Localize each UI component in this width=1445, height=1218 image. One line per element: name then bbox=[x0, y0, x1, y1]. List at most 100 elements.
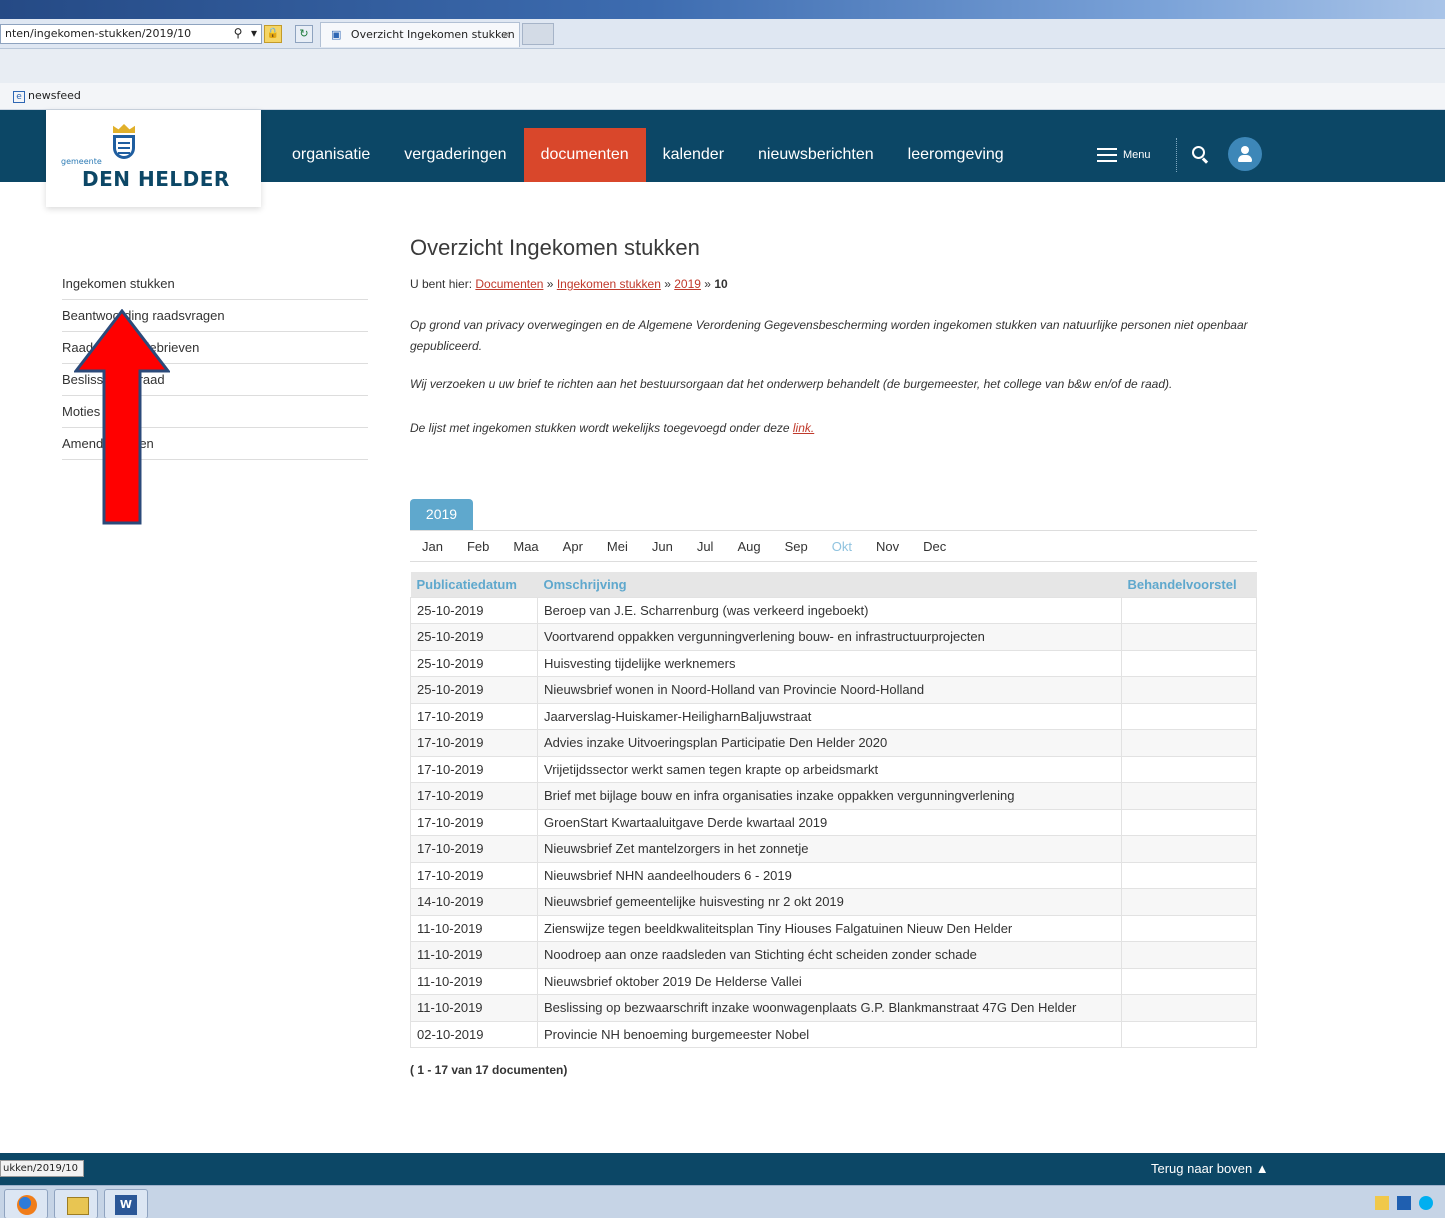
sidebar-item-ingekomen-stukken[interactable]: Ingekomen stukken bbox=[62, 268, 368, 300]
tray-folder-icon[interactable] bbox=[1375, 1196, 1389, 1210]
annotation-arrow-up-icon bbox=[74, 309, 170, 525]
cell-behandelvoorstel bbox=[1121, 755, 1257, 783]
cell-behandelvoorstel bbox=[1121, 914, 1257, 942]
nav-nieuwsberichten[interactable]: nieuwsberichten bbox=[741, 128, 891, 182]
column-header-publicatiedatum[interactable]: Publicatiedatum bbox=[410, 572, 538, 597]
outlook-tray-icon[interactable] bbox=[1397, 1196, 1412, 1210]
logo-name-text: DEN HELDER bbox=[82, 167, 230, 191]
dropdown-arrow-icon[interactable]: ▾ bbox=[246, 24, 262, 42]
document-link[interactable]: Vrijetijdssector werkt samen tegen krapt… bbox=[544, 762, 878, 777]
word-taskbar-icon[interactable] bbox=[104, 1189, 148, 1218]
cell-behandelvoorstel bbox=[1121, 623, 1257, 651]
cell-omschrijving: Nieuwsbrief wonen in Noord-Holland van P… bbox=[537, 676, 1122, 704]
cell-omschrijving: GroenStart Kwartaaluitgave Derde kwartaa… bbox=[537, 808, 1122, 836]
document-link[interactable]: Nieuwsbrief Zet mantelzorgers in het zon… bbox=[544, 841, 808, 856]
breadcrumb-link-ingekomen-stukken[interactable]: Ingekomen stukken bbox=[557, 277, 661, 291]
month-jul[interactable]: Jul bbox=[685, 539, 726, 554]
document-link[interactable]: Noodroep aan onze raadsleden van Stichti… bbox=[544, 947, 977, 962]
lock-icon[interactable]: 🔒 bbox=[264, 25, 282, 43]
breadcrumb-link-documenten[interactable]: Documenten bbox=[475, 277, 543, 291]
logo-gemeente-text: gemeente bbox=[61, 157, 102, 166]
document-link[interactable]: Nieuwsbrief gemeentelijke huisvesting nr… bbox=[544, 894, 844, 909]
nav-vergaderingen[interactable]: vergaderingen bbox=[387, 128, 523, 182]
close-tab-icon[interactable]: × bbox=[502, 23, 511, 47]
column-header-omschrijving[interactable]: Omschrijving bbox=[537, 572, 1122, 597]
document-link[interactable]: Provincie NH benoeming burgemeester Nobe… bbox=[544, 1027, 809, 1042]
site-logo[interactable]: gemeente DEN HELDER bbox=[46, 110, 261, 207]
search-icon[interactable] bbox=[1190, 144, 1212, 166]
table-row: 17-10-2019 Jaarverslag-Huiskamer-Heiligha… bbox=[410, 702, 1257, 730]
nav-documenten[interactable]: documenten bbox=[523, 128, 646, 182]
table-row: 02-10-2019 Provincie NH benoeming burgeme… bbox=[410, 1020, 1257, 1048]
cell-publicatiedatum: 17-10-2019 bbox=[410, 808, 538, 836]
breadcrumb-prefix: U bent hier: bbox=[410, 277, 473, 291]
refresh-icon[interactable]: ↻ bbox=[295, 25, 313, 43]
month-apr[interactable]: Apr bbox=[551, 539, 595, 554]
document-link[interactable]: GroenStart Kwartaaluitgave Derde kwartaa… bbox=[544, 815, 827, 830]
document-link[interactable]: Nieuwsbrief wonen in Noord-Holland van P… bbox=[544, 682, 924, 697]
cell-publicatiedatum: 25-10-2019 bbox=[410, 596, 538, 624]
table-row: 11-10-2019 Zienswijze tegen beeldkwalitei… bbox=[410, 914, 1257, 942]
table-row: 17-10-2019 GroenStart Kwartaaluitgave Der… bbox=[410, 808, 1257, 836]
intro-address-text: Wij verzoeken u uw brief te richten aan … bbox=[410, 377, 1173, 391]
cell-omschrijving: Voortvarend oppakken vergunningverlening… bbox=[537, 623, 1122, 651]
breadcrumb-current: 10 bbox=[714, 277, 728, 291]
cell-behandelvoorstel bbox=[1121, 1020, 1257, 1048]
crown-icon bbox=[113, 124, 135, 133]
weekly-list-link[interactable]: link. bbox=[793, 421, 814, 435]
table-header-row: Publicatiedatum Omschrijving Behandelvoo… bbox=[410, 572, 1257, 597]
cell-publicatiedatum: 11-10-2019 bbox=[410, 994, 538, 1022]
table-row: 25-10-2019 Nieuwsbrief wonen in Noord-Hol… bbox=[410, 676, 1257, 704]
cell-behandelvoorstel bbox=[1121, 967, 1257, 995]
month-nov[interactable]: Nov bbox=[864, 539, 911, 554]
table-row: 11-10-2019 Beslissing op bezwaarschrift i… bbox=[410, 994, 1257, 1022]
month-aug[interactable]: Aug bbox=[725, 539, 772, 554]
window-title-bar bbox=[0, 0, 1445, 19]
cell-behandelvoorstel bbox=[1121, 888, 1257, 916]
cell-publicatiedatum: 02-10-2019 bbox=[410, 1020, 538, 1048]
month-jun[interactable]: Jun bbox=[640, 539, 685, 554]
month-okt[interactable]: Okt bbox=[820, 539, 864, 554]
cell-publicatiedatum: 11-10-2019 bbox=[410, 967, 538, 995]
breadcrumb-link-2019[interactable]: 2019 bbox=[674, 277, 701, 291]
document-link[interactable]: Brief met bijlage bouw en infra organisa… bbox=[544, 788, 1014, 803]
document-link[interactable]: Advies inzake Uitvoeringsplan Participat… bbox=[544, 735, 887, 750]
document-link[interactable]: Beslissing op bezwaarschrift inzake woon… bbox=[544, 1000, 1076, 1015]
table-row: 17-10-2019 Nieuwsbrief NHN aandeelhouders… bbox=[410, 861, 1257, 889]
ie-page-icon: e bbox=[13, 91, 25, 103]
document-link[interactable]: Zienswijze tegen beeldkwaliteitsplan Tin… bbox=[544, 921, 1012, 936]
menu-button[interactable]: Menu bbox=[1097, 138, 1151, 172]
search-icon[interactable]: ⚲ bbox=[230, 24, 246, 42]
document-link[interactable]: Huisvesting tijdelijke werknemers bbox=[544, 656, 735, 671]
nav-leeromgeving[interactable]: leeromgeving bbox=[891, 128, 1021, 182]
cell-publicatiedatum: 14-10-2019 bbox=[410, 888, 538, 916]
nav-organisatie[interactable]: organisatie bbox=[275, 128, 387, 182]
browser-command-area bbox=[0, 49, 1445, 83]
firefox-taskbar-icon[interactable] bbox=[4, 1189, 48, 1218]
document-link[interactable]: Nieuwsbrief NHN aandeelhouders 6 - 2019 bbox=[544, 868, 792, 883]
skype-tray-icon[interactable] bbox=[1419, 1196, 1434, 1210]
back-to-top-link[interactable]: Terug naar boven ▲ bbox=[1151, 1161, 1269, 1176]
favorite-newsfeed[interactable]: e newsfeed bbox=[13, 89, 81, 103]
month-sep[interactable]: Sep bbox=[773, 539, 820, 554]
month-feb[interactable]: Feb bbox=[455, 539, 501, 554]
cell-behandelvoorstel bbox=[1121, 782, 1257, 810]
document-link[interactable]: Voortvarend oppakken vergunningverlening… bbox=[544, 629, 985, 644]
new-tab-button[interactable] bbox=[522, 23, 554, 45]
browser-tab[interactable]: ▣ Overzicht Ingekomen stukken × bbox=[320, 22, 520, 47]
cell-omschrijving: Huisvesting tijdelijke werknemers bbox=[537, 649, 1122, 677]
address-bar[interactable]: nten/ingekomen-stukken/2019/10 bbox=[0, 24, 262, 44]
document-link[interactable]: Nieuwsbrief oktober 2019 De Helderse Val… bbox=[544, 974, 802, 989]
document-link[interactable]: Beroep van J.E. Scharrenburg (was verkee… bbox=[544, 603, 868, 618]
month-maa[interactable]: Maa bbox=[501, 539, 550, 554]
column-header-behandelvoorstel[interactable]: Behandelvoorstel bbox=[1121, 572, 1257, 597]
month-dec[interactable]: Dec bbox=[911, 539, 958, 554]
explorer-taskbar-icon[interactable] bbox=[54, 1189, 98, 1218]
table-row: 17-10-2019 Advies inzake Uitvoeringsplan … bbox=[410, 729, 1257, 757]
month-mei[interactable]: Mei bbox=[595, 539, 640, 554]
nav-kalender[interactable]: kalender bbox=[646, 128, 741, 182]
document-link[interactable]: Jaarverslag-Huiskamer-HeiligharnBaljuwst… bbox=[544, 709, 811, 724]
year-tab-2019[interactable]: 2019 bbox=[410, 499, 473, 530]
month-jan[interactable]: Jan bbox=[410, 539, 455, 554]
user-account-icon[interactable] bbox=[1228, 137, 1262, 171]
